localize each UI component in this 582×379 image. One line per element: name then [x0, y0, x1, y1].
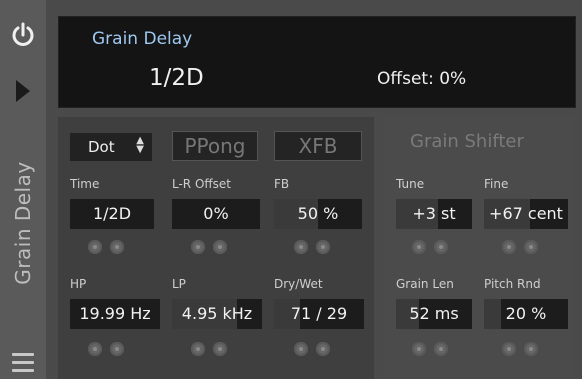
- tune-knob-1[interactable]: [412, 240, 426, 254]
- lp-value: 4.95 kHz: [181, 304, 253, 323]
- pitch-rnd-knob-1[interactable]: [502, 342, 516, 356]
- lp-knob-2[interactable]: [213, 342, 227, 356]
- hp-label: HP: [70, 277, 87, 291]
- grain-len-knob-2[interactable]: [434, 342, 448, 356]
- mode-select-value: Dot: [88, 138, 115, 156]
- time-value-box[interactable]: 1/2D: [70, 199, 154, 229]
- fb-knob-2[interactable]: [316, 240, 330, 254]
- device-header-display: Grain Delay 1/2D Offset: 0%: [58, 16, 576, 108]
- time-value: 1/2D: [92, 204, 132, 223]
- hamburger-menu-icon[interactable]: [12, 353, 34, 372]
- fine-value: +67 cent: [489, 204, 563, 223]
- drywet-knob-2[interactable]: [316, 342, 330, 356]
- hp-value-box[interactable]: 19.99 Hz: [70, 299, 160, 329]
- lp-label: LP: [172, 277, 186, 291]
- grain-len-value: 52 ms: [409, 304, 459, 323]
- fine-label: Fine: [484, 177, 509, 191]
- pitch-rnd-knob-2[interactable]: [524, 342, 538, 356]
- grain-shifter-panel: Grain Shifter Tune +3 st Fine +67 cent G…: [384, 117, 574, 379]
- xfb-button[interactable]: XFB: [274, 131, 362, 161]
- fb-knob-1[interactable]: [294, 240, 308, 254]
- mode-select[interactable]: Dot ▲ ▼: [70, 133, 152, 161]
- drywet-label: Dry/Wet: [274, 277, 323, 291]
- grain-len-label: Grain Len: [396, 277, 454, 291]
- play-icon[interactable]: [16, 80, 30, 102]
- tune-value: +3 st: [412, 204, 456, 223]
- lr-offset-label: L-R Offset: [172, 177, 232, 191]
- hp-value: 19.99 Hz: [79, 304, 151, 323]
- tune-label: Tune: [396, 177, 425, 191]
- time-knob-2[interactable]: [110, 240, 124, 254]
- tune-value-box[interactable]: +3 st: [396, 199, 472, 229]
- grain-shifter-title: Grain Shifter: [410, 131, 524, 152]
- time-knob-1[interactable]: [88, 240, 102, 254]
- lr-offset-knob-1[interactable]: [191, 240, 205, 254]
- lr-offset-value: 0%: [203, 204, 229, 223]
- pitch-rnd-label: Pitch Rnd: [484, 277, 541, 291]
- grain-len-value-box[interactable]: 52 ms: [396, 299, 472, 329]
- pitch-rnd-value: 20 %: [505, 304, 547, 323]
- fb-label: FB: [274, 177, 290, 191]
- ppong-button[interactable]: PPong: [172, 131, 258, 161]
- hp-knob-1[interactable]: [88, 342, 102, 356]
- time-label: Time: [70, 177, 100, 191]
- drywet-value-box[interactable]: 71 / 29: [274, 299, 364, 329]
- drywet-knob-1[interactable]: [294, 342, 308, 356]
- header-title: Grain Delay: [92, 29, 193, 49]
- device-sidebar: Grain Delay: [0, 0, 46, 379]
- header-main-value: 1/2D: [149, 65, 204, 91]
- delay-panel: Dot ▲ ▼ PPong XFB Time 1/2D L-R Offset 0%…: [58, 117, 374, 379]
- pitch-rnd-fill-bar: [484, 299, 501, 329]
- header-offset-readout: Offset: 0%: [377, 69, 467, 89]
- lr-offset-value-box[interactable]: 0%: [172, 199, 260, 229]
- fine-value-box[interactable]: +67 cent: [484, 199, 568, 229]
- device-title-vertical: Grain Delay: [11, 161, 35, 285]
- tune-knob-2[interactable]: [434, 240, 448, 254]
- pitch-rnd-value-box[interactable]: 20 %: [484, 299, 568, 329]
- lp-value-box[interactable]: 4.95 kHz: [172, 299, 262, 329]
- fine-knob-1[interactable]: [502, 240, 516, 254]
- grain-len-knob-1[interactable]: [412, 342, 426, 356]
- fb-value: 50 %: [297, 204, 339, 223]
- fine-knob-2[interactable]: [524, 240, 538, 254]
- hp-knob-2[interactable]: [110, 342, 124, 356]
- lr-offset-knob-2[interactable]: [213, 240, 227, 254]
- drywet-value: 71 / 29: [290, 304, 348, 323]
- up-down-arrows-icon: ▲ ▼: [136, 135, 144, 155]
- power-icon[interactable]: [10, 22, 36, 48]
- lp-knob-1[interactable]: [191, 342, 205, 356]
- fb-value-box[interactable]: 50 %: [274, 199, 362, 229]
